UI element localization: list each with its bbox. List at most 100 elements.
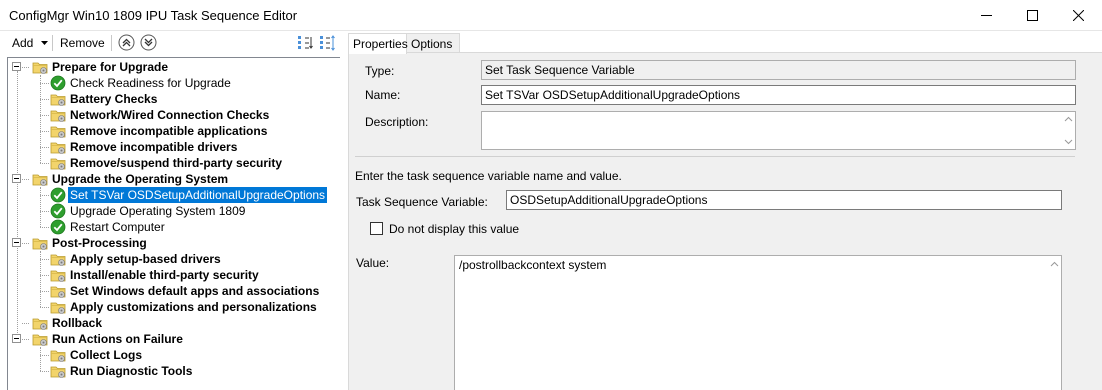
check-icon [50, 203, 66, 219]
tree-step[interactable]: Install/enable third-party security [50, 267, 261, 283]
tree-connector [40, 227, 49, 228]
tree-item-label: Restart Computer [70, 220, 165, 234]
remove-button[interactable]: Remove [60, 36, 105, 50]
folder-icon [50, 158, 66, 170]
tree-connector [40, 371, 49, 372]
tree-step[interactable]: Set TSVar OSDSetupAdditionalUpgradeOptio… [50, 187, 328, 203]
collapse-all-icon[interactable] [296, 34, 314, 52]
tree-step[interactable]: Remove incompatible drivers [50, 139, 239, 155]
variable-field[interactable]: OSDSetupAdditionalUpgradeOptions [506, 190, 1062, 210]
variable-label: Task Sequence Variable: [356, 195, 488, 209]
tree-connector [22, 323, 29, 324]
check-icon [50, 75, 66, 91]
tree-connector [40, 259, 49, 260]
tree-connector [40, 195, 49, 196]
tree-step[interactable]: Set Windows default apps and association… [50, 283, 321, 299]
tree-connector [22, 179, 29, 180]
tree-connector [40, 99, 49, 100]
toolbar-divider [111, 35, 112, 51]
tree-step[interactable]: Network/Wired Connection Checks [50, 107, 271, 123]
collapse-toggle[interactable] [12, 238, 21, 247]
tree-step[interactable]: Apply customizations and personalization… [50, 299, 319, 315]
minimize-icon [980, 15, 992, 16]
tree-connector [40, 147, 49, 148]
tree-item-label: Apply customizations and personalization… [70, 300, 317, 314]
tree-connector [40, 347, 41, 371]
right-pane: Properties Options Type: Set Task Sequen… [340, 31, 1102, 390]
tree-connector [40, 115, 49, 116]
tree-item-label: Apply setup-based drivers [70, 252, 221, 266]
tree-item-label: Remove incompatible drivers [70, 140, 238, 154]
description-label: Description: [365, 115, 429, 129]
tree-item-label: Upgrade Operating System 1809 [70, 204, 246, 218]
tree-item-label: Network/Wired Connection Checks [70, 108, 270, 122]
close-button[interactable] [1055, 0, 1101, 31]
minimize-button[interactable] [963, 0, 1009, 31]
tree-group[interactable]: Upgrade the Operating System [32, 171, 230, 187]
title-bar: ConfigMgr Win10 1809 IPU Task Sequence E… [0, 0, 1102, 31]
tree-item-label: Run Actions on Failure [52, 332, 183, 346]
value-label: Value: [356, 256, 390, 270]
folder-icon [50, 366, 66, 378]
tree-step[interactable]: Run Diagnostic Tools [50, 363, 194, 379]
folder-icon [50, 270, 66, 282]
scroll-down-icon[interactable] [1064, 137, 1073, 146]
folder-icon [50, 302, 66, 314]
folder-icon [50, 94, 66, 106]
tree-item-label: Set TSVar OSDSetupAdditionalUpgradeOptio… [68, 187, 328, 203]
tree-group[interactable]: Prepare for Upgrade [32, 59, 170, 75]
tree-item-label: Install/enable third-party security [70, 268, 259, 282]
tree-step[interactable]: Restart Computer [50, 219, 167, 235]
tree-group[interactable]: Run Actions on Failure [32, 331, 185, 347]
tree-connector [40, 131, 49, 132]
tree-item-label: Set Windows default apps and association… [70, 284, 320, 298]
left-pane: Add Remove Prepare for Upgrade Check Rea… [0, 31, 340, 390]
chevron-down-icon [40, 41, 48, 46]
tree-step[interactable]: Remove/suspend third-party security [50, 155, 284, 171]
folder-icon [32, 238, 48, 250]
tree-item-label: Remove incompatible applications [70, 124, 268, 138]
tree-group[interactable]: Post-Processing [32, 235, 149, 251]
toolbar-divider [52, 35, 53, 51]
folder-icon [32, 334, 48, 346]
description-field[interactable] [481, 111, 1076, 150]
value-field[interactable]: /postrollbackcontext system [454, 255, 1062, 390]
collapse-toggle[interactable] [12, 62, 21, 71]
tree-item-label: Prepare for Upgrade [52, 60, 169, 74]
move-up-icon[interactable] [118, 34, 135, 51]
folder-icon [50, 254, 66, 266]
tree-group[interactable]: Rollback [32, 315, 104, 331]
move-down-icon[interactable] [140, 34, 157, 51]
collapse-toggle[interactable] [12, 334, 21, 343]
expand-all-icon[interactable] [318, 34, 336, 52]
tree-item-label: Rollback [52, 316, 103, 330]
tree-item-label: Check Readiness for Upgrade [70, 76, 231, 90]
tree-connector [40, 211, 49, 212]
tree-step[interactable]: Battery Checks [50, 91, 159, 107]
tree-step[interactable]: Collect Logs [50, 347, 144, 363]
task-sequence-tree[interactable]: Prepare for Upgrade Check Readiness for U… [7, 57, 340, 390]
tree-step[interactable]: Remove incompatible applications [50, 123, 269, 139]
hide-value-label[interactable]: Do not display this value [389, 222, 519, 236]
tree-step[interactable]: Apply setup-based drivers [50, 251, 223, 267]
tree-connector [40, 83, 49, 84]
window-title: ConfigMgr Win10 1809 IPU Task Sequence E… [9, 8, 298, 23]
scroll-up-icon[interactable] [1064, 115, 1073, 124]
properties-panel: Type: Set Task Sequence Variable Name: S… [348, 52, 1102, 390]
collapse-toggle[interactable] [12, 174, 21, 183]
maximize-button[interactable] [1009, 0, 1055, 31]
folder-icon [32, 174, 48, 186]
add-label: Add [12, 36, 34, 50]
folder-icon [50, 110, 66, 122]
tree-step[interactable]: Check Readiness for Upgrade [50, 75, 233, 91]
name-field[interactable]: Set TSVar OSDSetupAdditionalUpgradeOptio… [481, 85, 1076, 105]
tree-connector [17, 71, 18, 339]
tab-options[interactable]: Options [406, 33, 460, 53]
tab-properties[interactable]: Properties [348, 33, 408, 54]
tree-item-label: Upgrade the Operating System [52, 172, 229, 186]
tree-step[interactable]: Upgrade Operating System 1809 [50, 203, 247, 219]
hide-value-checkbox[interactable] [370, 222, 383, 235]
scroll-up-icon[interactable] [1050, 260, 1059, 269]
add-menu-button[interactable]: Add [12, 36, 48, 50]
instruction-text: Enter the task sequence variable name an… [355, 169, 622, 183]
